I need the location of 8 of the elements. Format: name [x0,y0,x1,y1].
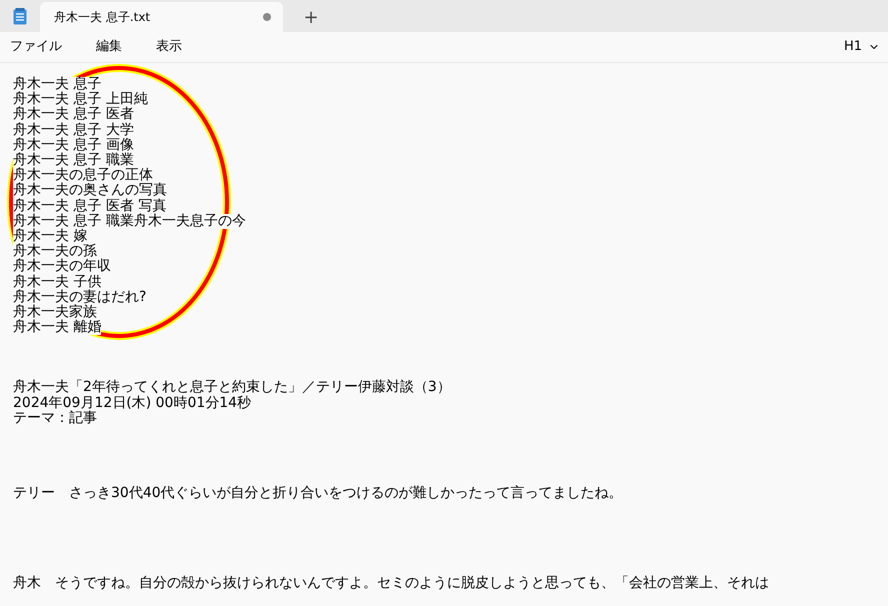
heading-dropdown[interactable]: H1 [844,37,886,57]
menu-item[interactable]: ファイル [2,34,70,60]
tab-title: 舟木一夫 息子.txt [54,9,152,26]
menu-item[interactable]: 編集 [88,34,130,60]
menu-item[interactable]: 表示 [148,34,190,60]
file-tab[interactable]: 舟木一夫 息子.txt [40,2,283,32]
new-tab-button[interactable]: + [291,2,331,32]
notepad-icon [13,8,27,24]
